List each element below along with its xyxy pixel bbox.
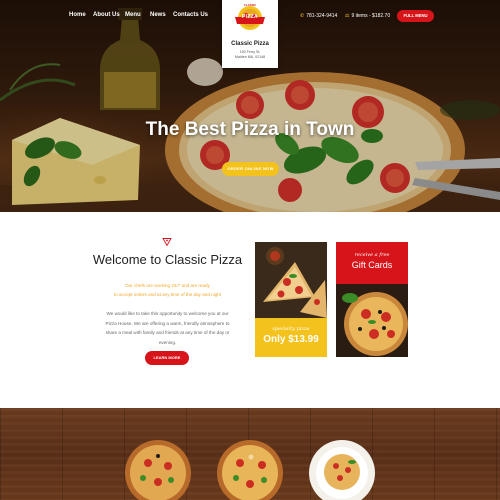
- gift-cards-photo: [336, 284, 408, 357]
- order-online-button[interactable]: ORDER ONLINE NOW: [222, 162, 279, 176]
- welcome-subtitle: Our chefs are working 24/7 and are ready…: [95, 282, 240, 299]
- cart-summary[interactable]: ⚖ 9 items - $182.70: [345, 13, 390, 19]
- pizza-slices-image: [255, 242, 327, 318]
- logo-badge-top: CLASSIC: [243, 3, 257, 7]
- gift-cards-band: receive a free Gift Cards: [336, 242, 408, 284]
- welcome-body-line3: share a meal with family and friends at …: [105, 330, 230, 335]
- logo-badge-text: PIZZA: [242, 14, 258, 20]
- pizza-slice-icon: [162, 238, 172, 246]
- nav-item-home[interactable]: Home: [69, 12, 86, 18]
- welcome-subtitle-line1: Our chefs are working 24/7 and are ready: [125, 283, 210, 288]
- logo[interactable]: PIZZA CLASSIC Classic Pizza 190 Ferry St…: [222, 0, 278, 68]
- gift-cards-promo[interactable]: receive a free Gift Cards: [336, 242, 408, 357]
- menu-showcase-section: [0, 408, 500, 500]
- welcome-body-line4: evening.: [158, 339, 177, 345]
- specialty-price: Only $13.99: [263, 334, 319, 345]
- specialty-label: specialty pizza: [272, 326, 310, 332]
- welcome-body-line1: We would like to take this opportunity t…: [106, 311, 229, 316]
- logo-address: 190 Ferry St, Malden MA, 02148: [222, 50, 278, 59]
- cart-text: 9 items - $182.70: [351, 13, 391, 19]
- nav-item-about-us[interactable]: About Us: [93, 12, 120, 18]
- gift-cards-label: receive a free: [354, 252, 390, 258]
- welcome-subtitle-line2: to accept orders and at any time of the …: [113, 291, 222, 297]
- phone-number: 781-324-9414: [306, 13, 338, 19]
- full-menu-button[interactable]: Full Menu: [397, 10, 434, 22]
- nav-item-menu[interactable]: Menu: [125, 12, 141, 18]
- logo-name: Classic Pizza: [231, 41, 269, 47]
- welcome-body-line2: Pizza House. We are offering a warm, fri…: [105, 320, 230, 326]
- pizza-plates-image: [125, 440, 375, 500]
- hero-title: The Best Pizza in Town: [145, 119, 355, 140]
- nav-item-contacts-us[interactable]: Contacts Us: [173, 12, 208, 18]
- gift-cards-title: Gift Cards: [351, 260, 393, 270]
- hero-banner: Home About Us Menu News Contacts Us PIZZ…: [0, 0, 500, 212]
- welcome-body: We would like to take this opportunity t…: [100, 309, 235, 347]
- specialty-pizza-promo[interactable]: specialty pizza Only $13.99: [255, 242, 327, 357]
- phone-icon: ✆: [300, 13, 305, 19]
- specialty-pizza-photo: [255, 242, 327, 318]
- pizza-image: [336, 284, 408, 357]
- learn-more-button[interactable]: LEARN MORE: [145, 351, 189, 365]
- specialty-price-band: specialty pizza Only $13.99: [255, 318, 327, 357]
- phone-contact[interactable]: ✆ 781-324-9414: [300, 13, 337, 19]
- logo-address-line2: Malden MA, 02148: [234, 54, 266, 59]
- nav-item-news[interactable]: News: [150, 12, 166, 18]
- cart-icon: ⚖: [345, 13, 350, 19]
- welcome-title: Welcome to Classic Pizza: [92, 252, 243, 267]
